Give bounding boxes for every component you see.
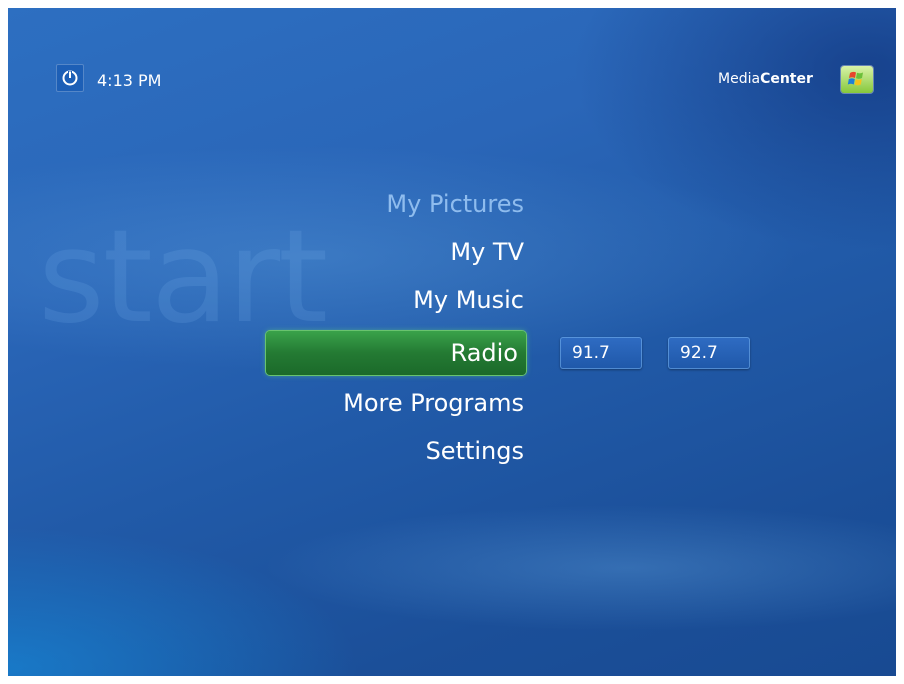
menu-item-my-pictures[interactable]: My Pictures	[386, 186, 524, 222]
menu-item-radio-label: Radio	[450, 339, 518, 367]
media-center-window: start 4:13 PM MediaCenter My Pictures My…	[8, 8, 896, 676]
start-menu: My Pictures My TV My Music Radio More Pr…	[8, 8, 896, 676]
menu-item-my-music[interactable]: My Music	[413, 282, 524, 318]
menu-item-settings[interactable]: Settings	[426, 433, 524, 469]
menu-item-radio[interactable]: Radio	[266, 331, 526, 375]
menu-item-more-programs[interactable]: More Programs	[343, 385, 524, 421]
menu-item-my-tv[interactable]: My TV	[450, 234, 524, 270]
radio-station-tile[interactable]: 92.7	[668, 337, 750, 369]
radio-station-tile[interactable]: 91.7	[560, 337, 642, 369]
